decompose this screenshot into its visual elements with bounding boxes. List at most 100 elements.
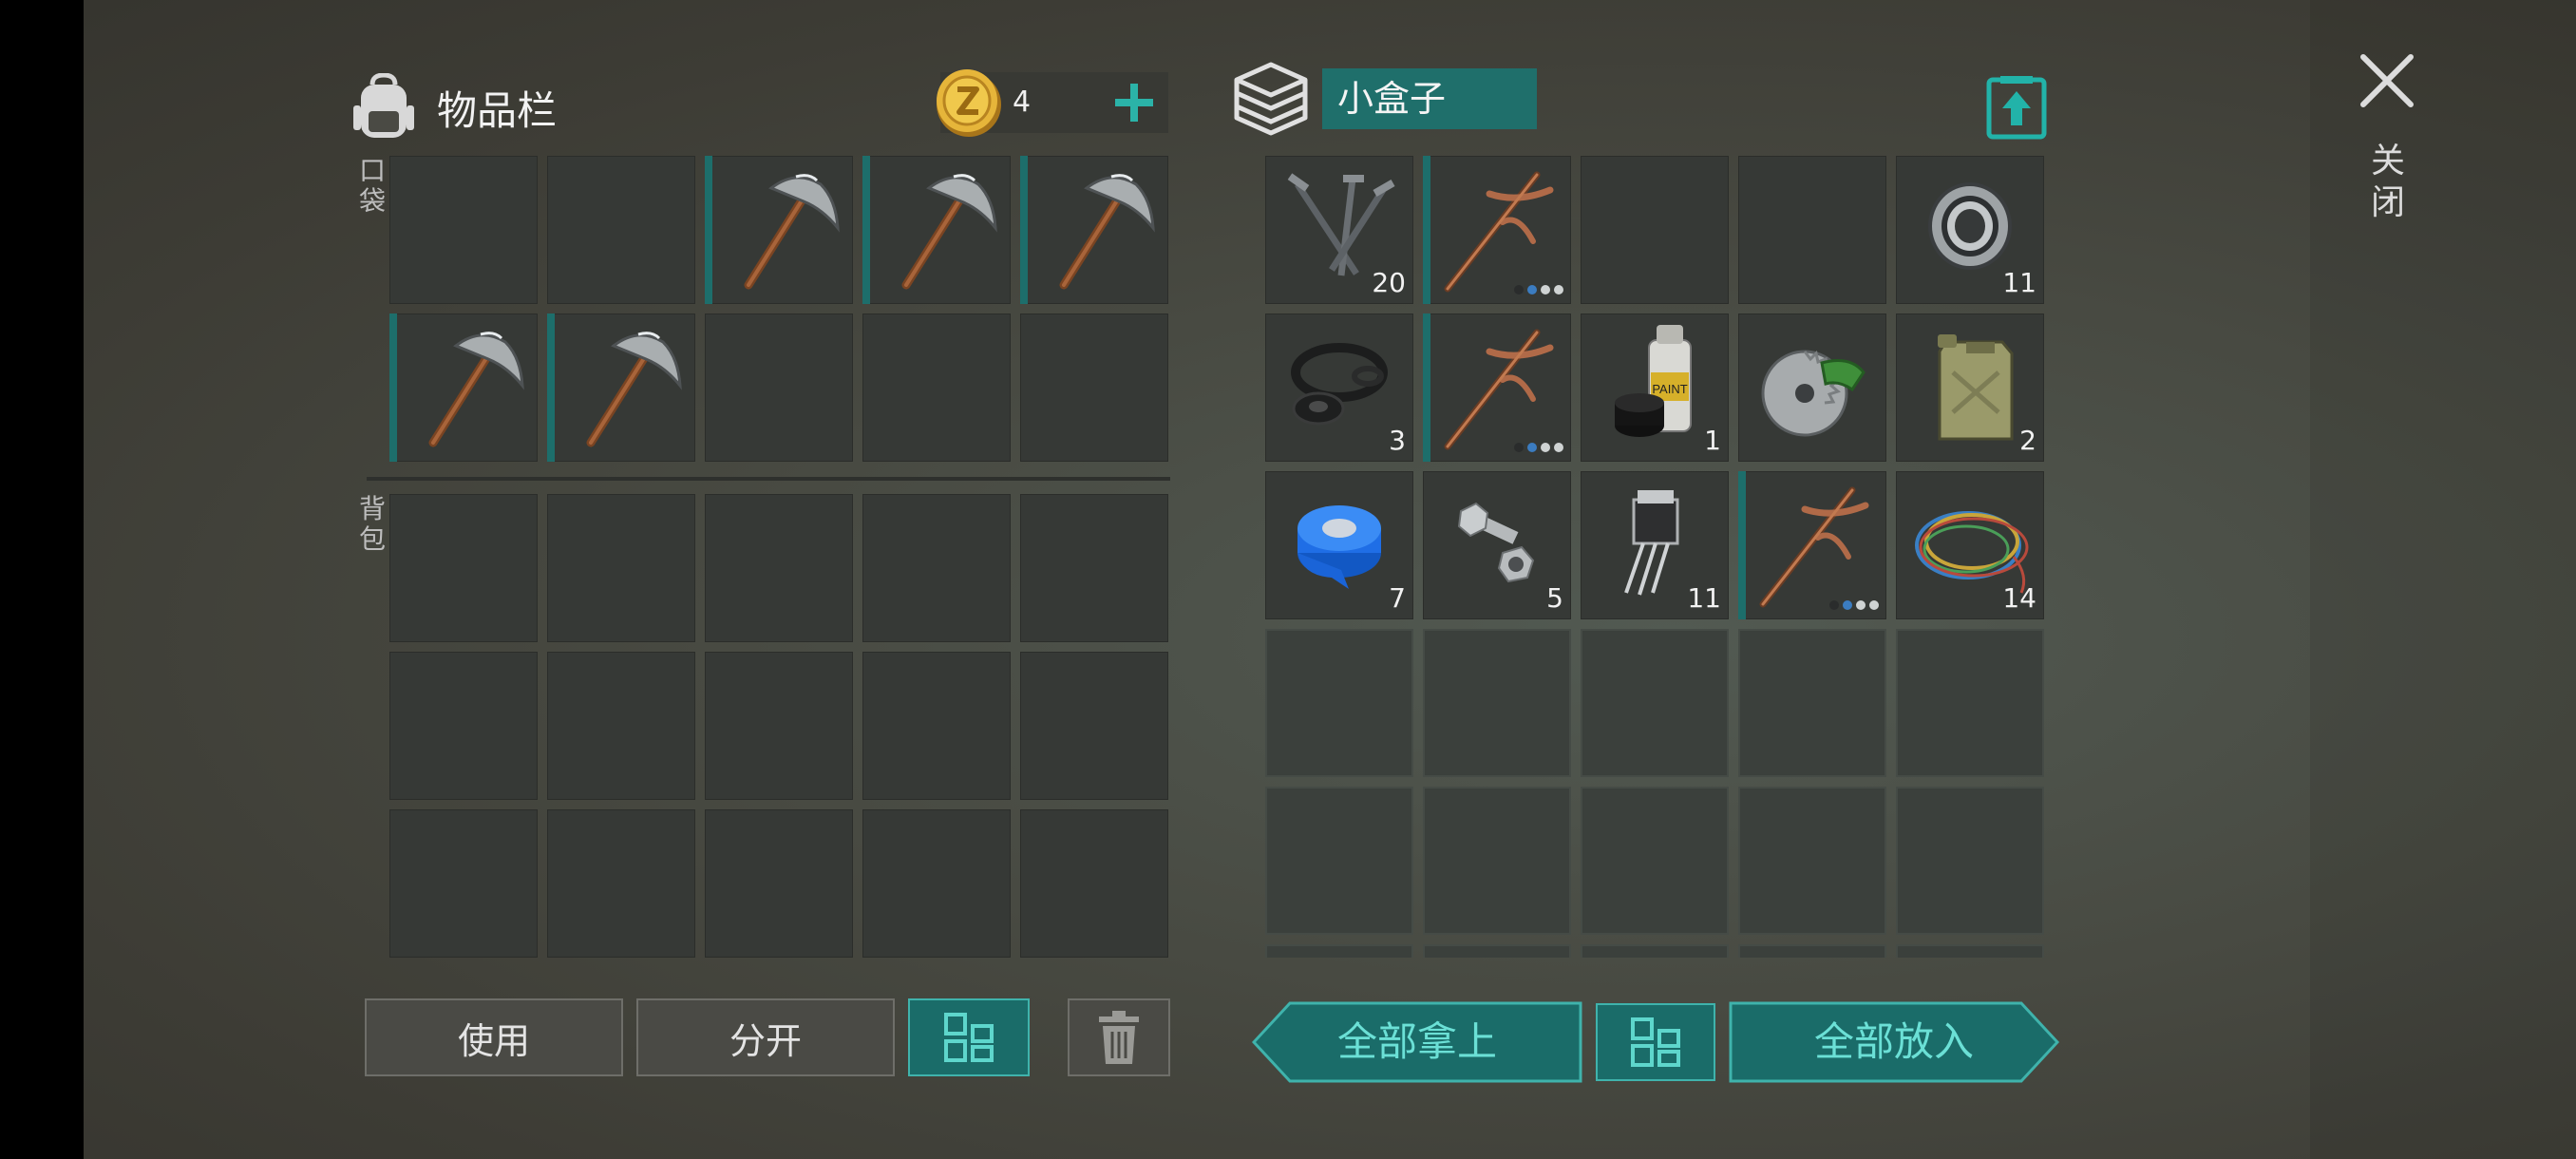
item-quantity: 11 bbox=[1687, 582, 1721, 614]
backpack-slot-empty[interactable] bbox=[1020, 809, 1168, 958]
pocket-label: 口袋 bbox=[358, 155, 386, 217]
backpack-slot-empty[interactable] bbox=[1020, 652, 1168, 800]
item-quantity: 11 bbox=[2002, 267, 2036, 298]
box-slot-bolt-nut[interactable]: 5 bbox=[1423, 471, 1571, 619]
sort-box-button[interactable] bbox=[1596, 1003, 1715, 1081]
pocket-slot-pickaxe[interactable] bbox=[705, 156, 853, 304]
sort-grid-icon bbox=[1631, 1017, 1680, 1067]
box-slot-empty[interactable] bbox=[1738, 787, 1886, 935]
box-slot-empty[interactable] bbox=[1581, 629, 1729, 777]
durability-dot bbox=[1527, 285, 1537, 294]
close-icon[interactable] bbox=[2356, 49, 2418, 112]
copper-pickaxe-icon bbox=[1444, 171, 1554, 293]
backpack-grid bbox=[389, 494, 1168, 958]
backpack-slot-empty[interactable] bbox=[862, 652, 1011, 800]
upload-icon[interactable] bbox=[1985, 74, 2048, 141]
close-label[interactable]: 关闭 bbox=[2365, 141, 2411, 224]
pocket-slot-empty[interactable] bbox=[389, 156, 538, 304]
screen-edge-bar bbox=[0, 0, 84, 1159]
box-slot-empty[interactable] bbox=[1581, 787, 1729, 935]
backpack-icon bbox=[353, 73, 414, 138]
pocket-slot-pickaxe[interactable] bbox=[389, 314, 538, 462]
sort-grid-icon bbox=[944, 1013, 994, 1062]
backpack-slot-empty[interactable] bbox=[705, 809, 853, 958]
saw-blade-icon bbox=[1761, 350, 1866, 437]
box-header: 小盒子 bbox=[1229, 59, 1537, 139]
backpack-slot-empty[interactable] bbox=[1020, 494, 1168, 642]
coin-display: 4 bbox=[937, 69, 1168, 137]
box-slot-empty[interactable] bbox=[1738, 156, 1886, 304]
pocket-slot-pickaxe[interactable] bbox=[862, 156, 1011, 304]
box-slot-nails[interactable]: 20 bbox=[1265, 156, 1413, 304]
box-slot-empty[interactable] bbox=[1581, 944, 1729, 958]
backpack-slot-empty[interactable] bbox=[705, 494, 853, 642]
section-divider bbox=[367, 477, 1170, 481]
backpack-slot-empty[interactable] bbox=[389, 652, 538, 800]
durability-dot bbox=[1554, 285, 1563, 294]
item-quantity: 7 bbox=[1389, 582, 1406, 614]
pocket-grid bbox=[389, 156, 1168, 462]
box-slot-empty[interactable] bbox=[1738, 944, 1886, 958]
take-all-label: 全部拿上 bbox=[1336, 1018, 1497, 1065]
backpack-slot-empty[interactable] bbox=[547, 809, 695, 958]
box-slot-wires[interactable]: 14 bbox=[1896, 471, 2044, 619]
copper-pickaxe-icon bbox=[1444, 329, 1554, 450]
pickaxe-icon bbox=[428, 332, 524, 447]
box-slot-empty[interactable] bbox=[1581, 156, 1729, 304]
box-slot-saw-blade[interactable] bbox=[1738, 314, 1886, 462]
box-slot-empty[interactable] bbox=[1265, 629, 1413, 777]
item-quantity: 1 bbox=[1704, 425, 1721, 456]
item-quantity: 3 bbox=[1389, 425, 1406, 456]
item-quantity: 14 bbox=[2002, 582, 2036, 614]
durability-dot bbox=[1527, 443, 1537, 452]
pocket-slot-empty[interactable] bbox=[705, 314, 853, 462]
use-button[interactable]: 使用 bbox=[365, 998, 623, 1076]
box-slot-empty[interactable] bbox=[1896, 944, 2044, 958]
box-slot-bearing[interactable]: 11 bbox=[1896, 156, 2044, 304]
trash-button[interactable] bbox=[1068, 998, 1170, 1076]
pocket-slot-empty[interactable] bbox=[547, 156, 695, 304]
box-slot-rubber-rings[interactable]: 3 bbox=[1265, 314, 1413, 462]
plus-icon[interactable] bbox=[1109, 78, 1159, 127]
pocket-slot-pickaxe[interactable] bbox=[547, 314, 695, 462]
box-slot-empty[interactable] bbox=[1423, 944, 1571, 958]
durability-dot bbox=[1514, 285, 1524, 294]
backpack-slot-empty[interactable] bbox=[862, 494, 1011, 642]
split-button[interactable]: 分开 bbox=[636, 998, 895, 1076]
box-slot-empty[interactable] bbox=[1423, 629, 1571, 777]
sort-inventory-button[interactable] bbox=[908, 998, 1030, 1076]
box-slot-empty[interactable] bbox=[1896, 787, 2044, 935]
pocket-slot-empty[interactable] bbox=[1020, 314, 1168, 462]
box-slot-jerry-can[interactable]: 2 bbox=[1896, 314, 2044, 462]
box-name-field[interactable]: 小盒子 bbox=[1322, 68, 1537, 129]
box-slot-copper-pickaxe[interactable] bbox=[1738, 471, 1886, 619]
durability-dot bbox=[1541, 285, 1550, 294]
pocket-slot-empty[interactable] bbox=[862, 314, 1011, 462]
item-quantity: 2 bbox=[2019, 425, 2036, 456]
put-all-button[interactable]: 全部放入 bbox=[1729, 1001, 2059, 1083]
box-slot-empty[interactable] bbox=[1896, 629, 2044, 777]
coin-icon bbox=[937, 69, 1001, 137]
box-slot-empty[interactable] bbox=[1423, 787, 1571, 935]
box-slot-empty[interactable] bbox=[1738, 629, 1886, 777]
box-slot-transistor[interactable]: 11 bbox=[1581, 471, 1729, 619]
box-slot-spray-paint[interactable]: PAINT 1 bbox=[1581, 314, 1729, 462]
backpack-slot-empty[interactable] bbox=[705, 652, 853, 800]
box-slot-duct-tape[interactable]: 7 bbox=[1265, 471, 1413, 619]
durability-dots bbox=[1514, 443, 1563, 452]
box-slot-empty[interactable] bbox=[1265, 944, 1413, 958]
durability-dot bbox=[1541, 443, 1550, 452]
box-slot-empty[interactable] bbox=[1265, 787, 1413, 935]
durability-dot bbox=[1869, 600, 1879, 610]
backpack-slot-empty[interactable] bbox=[389, 494, 538, 642]
box-slot-copper-pickaxe[interactable] bbox=[1423, 156, 1571, 304]
box-slot-copper-pickaxe[interactable] bbox=[1423, 314, 1571, 462]
take-all-button[interactable]: 全部拿上 bbox=[1252, 1001, 1582, 1083]
backpack-slot-empty[interactable] bbox=[547, 494, 695, 642]
copper-pickaxe-icon bbox=[1759, 486, 1869, 608]
pocket-slot-pickaxe[interactable] bbox=[1020, 156, 1168, 304]
backpack-slot-empty[interactable] bbox=[862, 809, 1011, 958]
backpack-slot-empty[interactable] bbox=[547, 652, 695, 800]
durability-dot bbox=[1514, 443, 1524, 452]
backpack-slot-empty[interactable] bbox=[389, 809, 538, 958]
